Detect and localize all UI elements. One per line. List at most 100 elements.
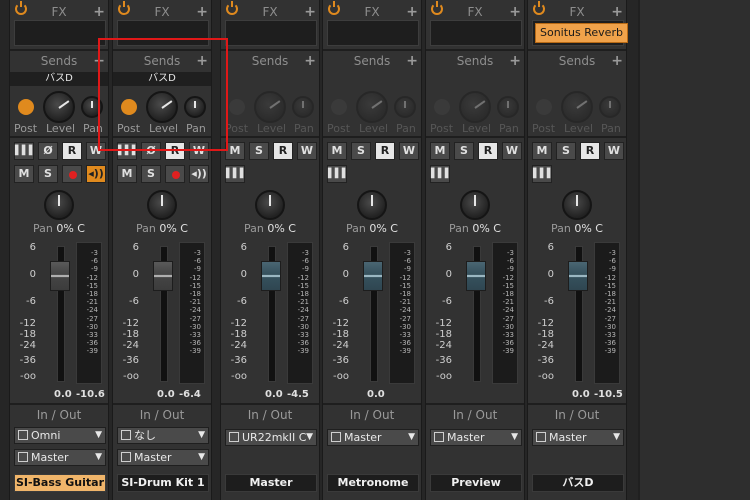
mute-button[interactable]: M (14, 165, 34, 183)
post-toggle[interactable] (331, 99, 347, 115)
add-send-button[interactable]: + (406, 52, 418, 70)
output-select[interactable]: Master ▼ (14, 449, 106, 466)
write-automation-button[interactable]: W (86, 142, 106, 160)
solo-button[interactable]: S (249, 142, 269, 160)
mute-button[interactable]: M (327, 142, 347, 160)
write-automation-button[interactable]: W (604, 142, 624, 160)
add-fx-button[interactable]: + (93, 3, 105, 21)
add-fx-button[interactable]: + (509, 3, 521, 21)
add-send-button[interactable]: + (304, 52, 316, 70)
pan-knob[interactable] (255, 190, 285, 220)
output-select[interactable]: Master ▼ (327, 429, 419, 446)
add-fx-button[interactable]: + (611, 3, 623, 21)
add-send-button[interactable]: + (93, 52, 105, 70)
send-pan-knob[interactable] (599, 96, 621, 118)
post-toggle[interactable] (121, 99, 137, 115)
track-name[interactable]: Metronome (327, 474, 419, 492)
add-send-button[interactable]: + (611, 52, 623, 70)
add-send-button[interactable]: + (509, 52, 521, 70)
input-select[interactable]: なし ▼ (117, 427, 209, 444)
input-select[interactable]: Omni ▼ (14, 427, 106, 444)
fx-bin[interactable]: Sonitus Reverb (532, 20, 628, 46)
input-echo-button[interactable]: ◂)) (86, 165, 106, 183)
read-automation-button[interactable]: R (580, 142, 600, 160)
send-level-knob[interactable] (459, 91, 491, 123)
read-automation-button[interactable]: R (375, 142, 395, 160)
volume-fader[interactable] (363, 261, 383, 291)
add-fx-button[interactable]: + (304, 3, 316, 21)
pan-knob[interactable] (44, 190, 74, 220)
volume-fader[interactable] (568, 261, 588, 291)
pan-knob[interactable] (562, 190, 592, 220)
input-meter-button[interactable]: ▌▌▌ (14, 142, 36, 160)
input-meter-button[interactable]: ▌▌▌ (117, 142, 139, 160)
pan-knob[interactable] (357, 190, 387, 220)
input-meter-button[interactable]: ▌▌▌ (225, 165, 247, 183)
record-arm-button[interactable] (165, 165, 185, 183)
mute-button[interactable]: M (430, 142, 450, 160)
output-select[interactable]: Master ▼ (117, 449, 209, 466)
input-echo-button[interactable]: ◂)) (189, 165, 209, 183)
write-automation-button[interactable]: W (502, 142, 522, 160)
fx-bin[interactable] (327, 20, 419, 46)
solo-button[interactable]: S (454, 142, 474, 160)
send-level-knob[interactable] (43, 91, 75, 123)
add-send-button[interactable]: + (196, 52, 208, 70)
solo-button[interactable]: S (351, 142, 371, 160)
channel-strip: FX + Sends + Post Level Pan M S R W ▌▌▌ Pan 0% C 6 0 -6… (220, 0, 320, 500)
mute-button[interactable]: M (225, 142, 245, 160)
output-select[interactable]: Master ▼ (430, 429, 522, 446)
volume-fader[interactable] (153, 261, 173, 291)
send-level-knob[interactable] (561, 91, 593, 123)
mute-button[interactable]: M (117, 165, 137, 183)
phase-button[interactable]: Ø (38, 142, 58, 160)
send-pan-knob[interactable] (394, 96, 416, 118)
volume-fader[interactable] (466, 261, 486, 291)
post-toggle[interactable] (229, 99, 245, 115)
read-automation-button[interactable]: R (62, 142, 82, 160)
volume-fader[interactable] (261, 261, 281, 291)
solo-button[interactable]: S (141, 165, 161, 183)
volume-fader[interactable] (50, 261, 70, 291)
input-meter-button[interactable]: ▌▌▌ (532, 165, 554, 183)
send-pan-knob[interactable] (292, 96, 314, 118)
solo-button[interactable]: S (38, 165, 58, 183)
track-name[interactable]: SI-Bass Guitar (14, 474, 106, 492)
post-toggle[interactable] (536, 99, 552, 115)
track-name[interactable]: Master (225, 474, 317, 492)
write-automation-button[interactable]: W (399, 142, 419, 160)
track-name[interactable]: Preview (430, 474, 522, 492)
track-name[interactable]: バスD (532, 474, 624, 492)
solo-button[interactable]: S (556, 142, 576, 160)
mute-button[interactable]: M (532, 142, 552, 160)
send-level-knob[interactable] (146, 91, 178, 123)
fx-bin[interactable] (225, 20, 317, 46)
record-arm-button[interactable] (62, 165, 82, 183)
send-pan-knob[interactable] (81, 96, 103, 118)
add-fx-button[interactable]: + (196, 3, 208, 21)
pan-knob[interactable] (147, 190, 177, 220)
send-level-knob[interactable] (356, 91, 388, 123)
send-level-knob[interactable] (254, 91, 286, 123)
track-name[interactable]: SI-Drum Kit 1 (117, 474, 209, 492)
write-automation-button[interactable]: W (297, 142, 317, 160)
output-select[interactable]: Master ▼ (532, 429, 624, 446)
fx-bin[interactable] (14, 20, 106, 46)
read-automation-button[interactable]: R (165, 142, 185, 160)
output-select[interactable]: UR22mkII C ▼ (225, 429, 317, 446)
fx-plugin-sonitus-reverb[interactable]: Sonitus Reverb (535, 23, 628, 43)
phase-button[interactable]: Ø (141, 142, 161, 160)
read-automation-button[interactable]: R (478, 142, 498, 160)
fx-bin[interactable] (117, 20, 209, 46)
post-toggle[interactable] (434, 99, 450, 115)
input-meter-button[interactable]: ▌▌▌ (430, 165, 452, 183)
read-automation-button[interactable]: R (273, 142, 293, 160)
send-pan-knob[interactable] (497, 96, 519, 118)
fx-bin[interactable] (430, 20, 522, 46)
add-fx-button[interactable]: + (406, 3, 418, 21)
input-meter-button[interactable]: ▌▌▌ (327, 165, 349, 183)
send-pan-knob[interactable] (184, 96, 206, 118)
post-toggle[interactable] (18, 99, 34, 115)
pan-knob[interactable] (460, 190, 490, 220)
write-automation-button[interactable]: W (189, 142, 209, 160)
